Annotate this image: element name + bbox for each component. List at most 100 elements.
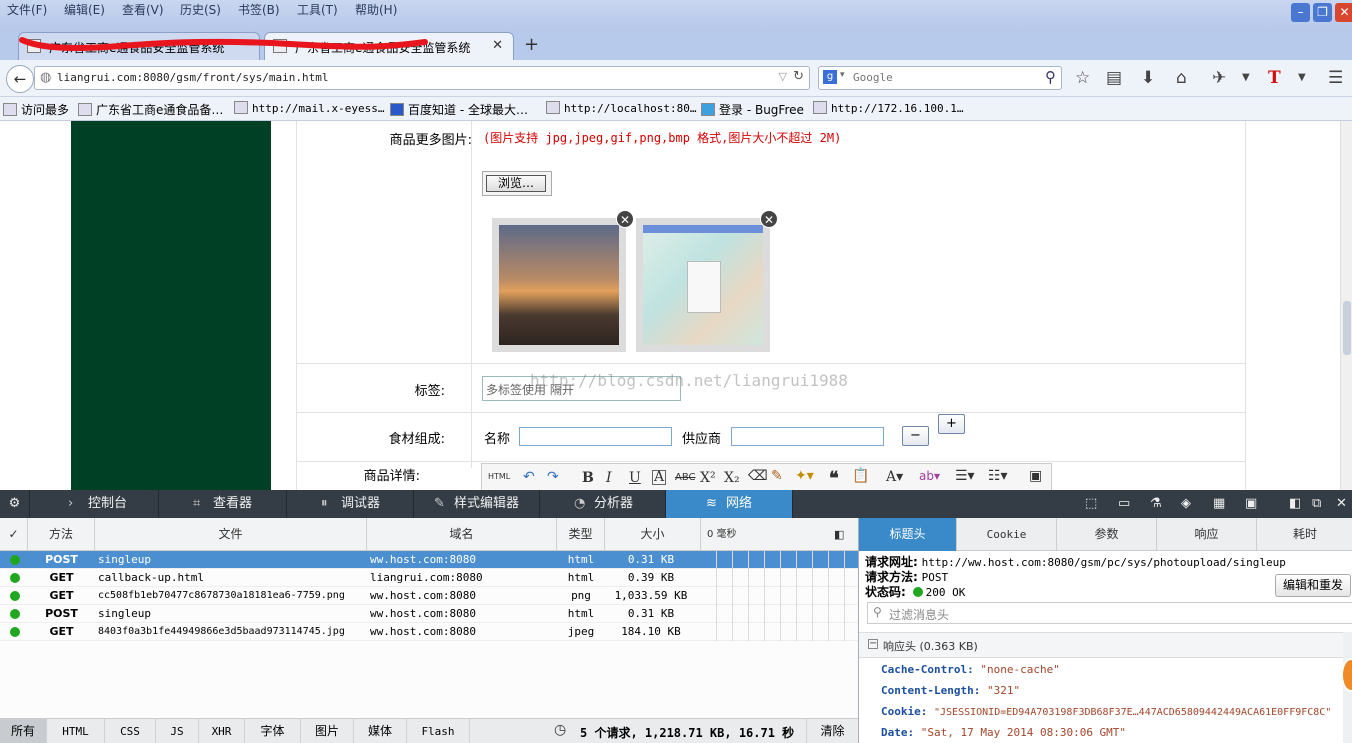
font-border-icon[interactable]: A — [652, 470, 667, 485]
new-tab-icon[interactable]: + — [524, 34, 539, 55]
add-ingredient-button[interactable]: + — [938, 414, 965, 434]
blockquote-icon[interactable]: ❝ — [829, 468, 839, 489]
translate-icon[interactable]: T — [1268, 68, 1281, 88]
search-bar[interactable]: g ▾ Google ⚲ — [818, 66, 1062, 90]
remove-image-icon[interactable]: ✕ — [616, 210, 634, 228]
ordered-list-icon[interactable]: ☰▾ — [955, 468, 975, 484]
dropdown-icon[interactable]: ▼ — [1298, 72, 1306, 83]
filter-flash[interactable]: Flash — [407, 719, 470, 743]
column-header-file[interactable]: 文件 — [95, 518, 367, 551]
pick-element-icon[interactable]: ⬚ — [1085, 496, 1097, 511]
filter-css[interactable]: CSS — [105, 719, 156, 743]
paste-icon[interactable]: 📋 — [852, 468, 869, 484]
tab-response[interactable]: 响应 — [1157, 518, 1257, 551]
collapse-icon[interactable]: − — [868, 639, 878, 649]
column-header-method[interactable]: 方法 — [28, 518, 95, 551]
back-icon[interactable]: ← — [6, 65, 34, 93]
tab-network[interactable]: ≋ 网络 — [666, 490, 793, 518]
menu-icon[interactable]: ☰ — [1328, 68, 1343, 88]
format-painter-icon[interactable]: ✎ — [771, 468, 783, 484]
bold-icon[interactable]: B — [582, 470, 594, 486]
bookmark-item[interactable]: http://mail.x-eyess… — [234, 101, 384, 115]
dock-side-icon[interactable]: ◧ — [1289, 496, 1301, 511]
bookmark-item[interactable]: 访问最多 — [3, 101, 69, 118]
filter-headers-input[interactable]: ⚲ 过滤消息头 — [867, 602, 1352, 624]
filter-all[interactable]: 所有 — [0, 719, 47, 743]
tab-style-editor[interactable]: ✎ 样式编辑器 — [414, 490, 540, 518]
column-header-status[interactable]: ✓ — [0, 518, 28, 551]
home-icon[interactable]: ⌂ — [1176, 68, 1187, 88]
html-source-button[interactable]: HTML — [488, 472, 510, 481]
name-input[interactable] — [519, 427, 672, 446]
scratchpad-icon[interactable]: ▦ — [1213, 496, 1225, 511]
menu-help[interactable]: 帮助(H) — [355, 1, 397, 18]
close-devtools-icon[interactable]: ✕ — [1336, 496, 1347, 511]
unordered-list-icon[interactable]: ☷▾ — [988, 468, 1008, 484]
column-header-domain[interactable]: 域名 — [367, 518, 557, 551]
filter-fonts[interactable]: 字体 — [245, 719, 301, 743]
filter-html[interactable]: HTML — [47, 719, 105, 743]
bookmark-item[interactable]: http://localhost:80… — [546, 101, 696, 115]
subscript-icon[interactable]: X₂ — [724, 470, 740, 486]
tab-console[interactable]: › 控制台 — [30, 490, 159, 518]
tab-timings[interactable]: 耗时 — [1257, 518, 1352, 551]
undo-icon[interactable]: ↶ — [523, 469, 535, 485]
collapse-panel-icon[interactable]: ◧ — [834, 528, 844, 541]
settings-icon[interactable]: ⚙ — [0, 490, 30, 518]
search-icon[interactable]: ⚲ — [1045, 68, 1056, 86]
edit-resend-button[interactable]: 编辑和重发 — [1275, 574, 1351, 597]
tab-debugger[interactable]: ⏸ 调试器 — [287, 490, 414, 518]
minimize-icon[interactable]: – — [1291, 3, 1310, 22]
dropdown-icon[interactable]: ▼ — [1242, 72, 1250, 83]
remove-ingredient-button[interactable]: − — [902, 426, 929, 446]
response-headers-section[interactable]: − 响应头 (0.363 KB) — [859, 632, 1352, 658]
column-header-type[interactable]: 类型 — [557, 518, 605, 551]
3d-view-icon[interactable]: ◈ — [1181, 496, 1191, 511]
remove-image-icon[interactable]: ✕ — [760, 210, 778, 228]
tab-cookie[interactable]: Cookie — [957, 518, 1057, 551]
reload-icon[interactable]: ↻ — [793, 69, 804, 84]
menu-edit[interactable]: 编辑(E) — [64, 1, 105, 18]
italic-icon[interactable]: I — [606, 470, 612, 486]
superscript-icon[interactable]: X² — [700, 470, 716, 486]
url-bar[interactable]: ◍ liangrui.com:8080/gsm/front/sys/main.h… — [34, 66, 810, 90]
undock-icon[interactable]: ⧉ — [1312, 496, 1321, 511]
bookmark-item[interactable]: 广东省工商e通食品备… — [78, 101, 223, 118]
tab-params[interactable]: 参数 — [1057, 518, 1157, 551]
menu-history[interactable]: 历史(S) — [180, 1, 221, 18]
google-icon[interactable]: g — [823, 70, 837, 84]
reading-list-icon[interactable]: ▤ — [1106, 68, 1122, 88]
image-thumbnail[interactable]: ✕ — [492, 210, 634, 352]
bookmark-item[interactable]: 登录 - BugFree — [701, 101, 804, 118]
maximize-icon[interactable]: ❐ — [1313, 3, 1332, 22]
menu-bookmarks[interactable]: 书签(B) — [238, 1, 280, 18]
menu-tools[interactable]: 工具(T) — [297, 1, 338, 18]
redo-icon[interactable]: ↷ — [547, 469, 559, 485]
strikethrough-icon[interactable]: ABC — [675, 472, 696, 483]
supplier-input[interactable] — [731, 427, 884, 446]
download-icon[interactable]: ⬇ — [1141, 68, 1155, 88]
column-header-size[interactable]: 大小 — [605, 518, 701, 551]
magic-wand-icon[interactable]: ✦▾ — [795, 468, 814, 484]
tab-profiler[interactable]: ◔ 分析器 — [540, 490, 666, 518]
tab-inspector[interactable]: ⌗ 查看器 — [159, 490, 287, 518]
image-thumbnail[interactable]: ✕ — [636, 210, 778, 352]
underline-icon[interactable]: U — [629, 470, 641, 486]
font-color-icon[interactable]: A▾ — [886, 469, 903, 485]
eraser-icon[interactable]: ⌫ — [748, 468, 768, 484]
paint-flashing-icon[interactable]: ⚗ — [1150, 496, 1162, 511]
dropdown-icon[interactable]: ▽ — [779, 70, 787, 83]
bookmark-item[interactable]: 百度知道 - 全球最大… — [390, 101, 528, 118]
filter-js[interactable]: JS — [156, 719, 199, 743]
addon-icon[interactable]: ✈ — [1212, 68, 1226, 88]
split-console-icon[interactable]: ▭ — [1118, 496, 1130, 511]
scrollbar-thumb[interactable] — [1343, 301, 1351, 355]
responsive-icon[interactable]: ▣ — [1245, 496, 1257, 511]
fullscreen-icon[interactable]: ▣ — [1029, 468, 1042, 484]
menu-file[interactable]: 文件(F) — [7, 1, 47, 18]
filter-xhr[interactable]: XHR — [199, 719, 245, 743]
close-window-icon[interactable]: ✕ — [1335, 3, 1352, 22]
bookmark-item[interactable]: http://172.16.100.1… — [813, 101, 963, 115]
browse-button[interactable]: 浏览… — [486, 175, 546, 192]
filter-images[interactable]: 图片 — [301, 719, 354, 743]
